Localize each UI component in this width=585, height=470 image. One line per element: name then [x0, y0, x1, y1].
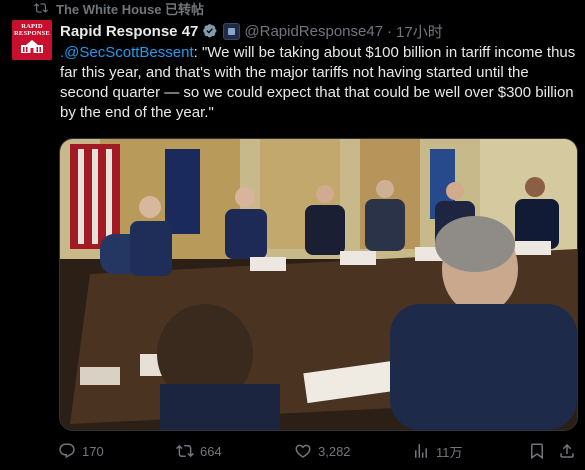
bookmark-icon	[531, 443, 543, 460]
like-count: 3,282	[318, 443, 351, 459]
heart-icon	[295, 444, 311, 458]
tweet-text: .@SecScottBessent: "We will be taking ab…	[60, 43, 580, 123]
reply-count: 170	[82, 443, 104, 459]
repost-button[interactable]: 664	[176, 440, 222, 462]
share-button[interactable]	[558, 440, 576, 462]
bookmark-button[interactable]	[528, 440, 546, 462]
view-count: 11万	[436, 444, 463, 460]
repost-text: The White House 已转帖	[56, 1, 205, 17]
reply-button[interactable]: 170	[58, 440, 104, 462]
action-bar: 170 664 3,282 11万	[58, 440, 578, 462]
views-button[interactable]: 11万	[412, 440, 463, 462]
reply-icon	[59, 443, 75, 459]
repost-icon	[34, 3, 48, 13]
avatar[interactable]: RAPID RESPONSE	[12, 20, 52, 60]
separator-dot: ·	[387, 22, 393, 40]
author-name[interactable]: Rapid Response 47	[60, 23, 198, 40]
post-time[interactable]: 17小时	[396, 21, 443, 42]
repost-indicator[interactable]: The White House 已转帖	[34, 0, 205, 17]
mention-link[interactable]: .@SecScottBessent	[60, 44, 194, 61]
cabinet-meeting-video	[60, 139, 577, 430]
affiliate-badge-icon[interactable]	[223, 22, 241, 40]
views-chart-icon	[415, 444, 427, 458]
like-button[interactable]: 3,282	[294, 440, 351, 462]
share-icon	[560, 443, 574, 458]
verified-badge-icon	[203, 23, 217, 37]
repost-icon	[176, 444, 194, 458]
author-handle[interactable]: @RapidResponse47	[244, 23, 383, 40]
tweet-video[interactable]	[59, 138, 578, 431]
repost-count: 664	[200, 443, 222, 459]
white-house-logo-icon	[21, 40, 43, 53]
tweet-header: Rapid Response 47 @RapidResponse47 · 17小…	[60, 21, 443, 41]
